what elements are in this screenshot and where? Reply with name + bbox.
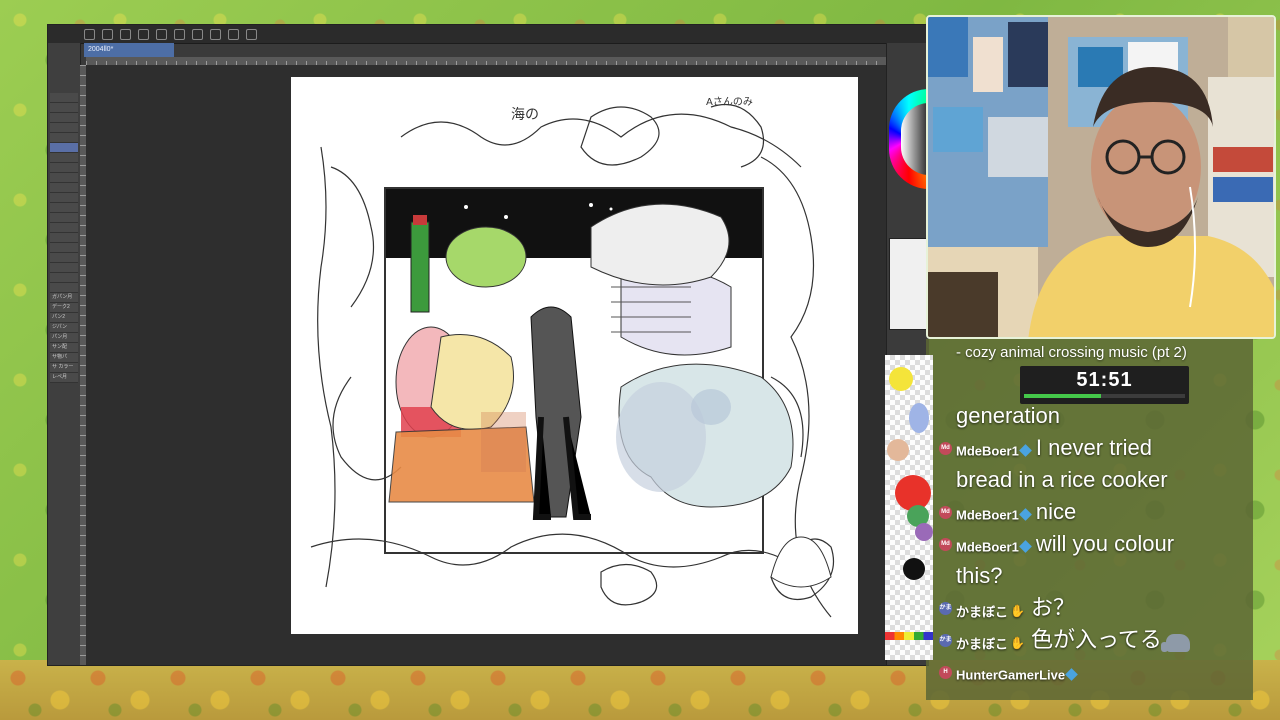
transform-icon[interactable]: [192, 28, 203, 40]
palette-peach-swatch[interactable]: [887, 439, 909, 461]
chat-username[interactable]: MdeBoer1: [956, 539, 1019, 554]
chat-message: bread in a rice cooker: [956, 464, 1256, 496]
chat-message-text: 色が入ってる: [1030, 627, 1162, 652]
chat-message: かま かまぼこ ✋ お？: [939, 592, 1256, 624]
app-toolbar: [48, 25, 928, 44]
select-icon[interactable]: [210, 28, 221, 40]
tool-property-row[interactable]: [50, 133, 78, 143]
now-playing-music: - cozy animal crossing music (pt 2): [956, 344, 1187, 361]
tool-property-panel: ガパン月 デーク2 パン2 ジパン パン月 サン配 サ物パサ カラー レペ月: [48, 43, 81, 665]
chat-message-text: I never tried: [1035, 435, 1153, 460]
tool-property-row[interactable]: [50, 193, 78, 203]
tool-property-row[interactable]: [50, 163, 78, 173]
svg-text:海の: 海の: [511, 107, 539, 123]
chat-username[interactable]: MdeBoer1: [956, 443, 1019, 458]
chat-username[interactable]: かまぼこ: [956, 604, 1008, 619]
tool-property-row[interactable]: [50, 263, 78, 273]
gem-icon: [1018, 508, 1032, 522]
tool-property-row[interactable]: [50, 143, 78, 153]
redo-icon[interactable]: [156, 28, 167, 40]
avatar-icon: Md: [939, 538, 952, 551]
chat-username[interactable]: HunterGamerLive: [956, 667, 1065, 682]
chat-message-text: お？: [1030, 595, 1075, 620]
tool-property-row[interactable]: [50, 153, 78, 163]
new-file-icon[interactable]: [84, 28, 95, 40]
palette-purple-swatch[interactable]: [915, 523, 933, 541]
chat-message-text: generation: [956, 403, 1060, 428]
document-tab[interactable]: 2004ll0*: [84, 43, 174, 57]
chat-message-text: will you colour: [1035, 531, 1175, 556]
tool-property-row[interactable]: [50, 93, 78, 103]
webcam-feed: [926, 15, 1276, 339]
tool-property-row[interactable]: デーク2: [50, 303, 78, 313]
tool-property-row[interactable]: [50, 173, 78, 183]
tool-property-row[interactable]: サン配: [50, 343, 78, 353]
tool-property-row[interactable]: [50, 233, 78, 243]
avatar-icon: かま: [939, 602, 952, 615]
tool-property-row[interactable]: [50, 273, 78, 283]
timer-progress-fill: [1024, 394, 1102, 398]
svg-text:Aさんのみ: Aさんのみ: [706, 96, 753, 108]
palette-black-swatch[interactable]: [903, 558, 925, 580]
tool-property-row[interactable]: ジパン: [50, 323, 78, 333]
chat-message: Md MdeBoer1 nice: [939, 496, 1256, 528]
palette-blue-swatch[interactable]: [909, 403, 929, 433]
chat-username[interactable]: MdeBoer1: [956, 507, 1019, 522]
undo-icon[interactable]: [138, 28, 149, 40]
stream-timer: 51:51: [1020, 366, 1189, 404]
chat-message: this?: [956, 560, 1256, 592]
chat-message: Md MdeBoer1 will you colour: [939, 528, 1256, 560]
hand-icon: ✋: [1010, 603, 1025, 618]
avatar-icon: Md: [939, 442, 952, 455]
chat-message: generation: [956, 400, 1256, 432]
tool-property-row[interactable]: [50, 283, 78, 293]
tool-property-row[interactable]: [50, 213, 78, 223]
palette-colorbar[interactable]: [885, 632, 933, 640]
tool-property-row[interactable]: [50, 103, 78, 113]
sketch-illustration: 海の Aさんのみ: [310, 96, 835, 618]
webcam-image: [928, 17, 1274, 337]
hand-icon: ✋: [1010, 635, 1025, 650]
tool-property-row[interactable]: ガパン月: [50, 293, 78, 303]
tool-property-row[interactable]: サ物パ: [50, 353, 78, 363]
chat-message-text: bread in a rice cooker: [956, 467, 1168, 492]
avatar-icon: かま: [939, 634, 952, 647]
avatar-icon: H: [939, 666, 952, 679]
chat-message: H HunterGamerLive: [939, 656, 1256, 688]
tool-property-row[interactable]: [50, 113, 78, 123]
tool-property-row[interactable]: パン2: [50, 313, 78, 323]
save-icon[interactable]: [120, 28, 131, 40]
brush-icon[interactable]: [246, 28, 257, 40]
gem-icon: [1065, 668, 1078, 682]
tool-property-row[interactable]: [50, 123, 78, 133]
chat-username[interactable]: かまぼこ: [956, 636, 1008, 651]
chat-message: Md MdeBoer1 I never tried: [939, 432, 1256, 464]
open-file-icon[interactable]: [102, 28, 113, 40]
tool-property-row[interactable]: [50, 203, 78, 213]
navigator-thumbnail[interactable]: [889, 238, 929, 330]
chat-messages: generation Md MdeBoer1 I never tried bread i…: [939, 400, 1256, 688]
tool-property-row[interactable]: [50, 223, 78, 233]
tool-property-row[interactable]: [50, 183, 78, 193]
palette-yellow-swatch[interactable]: [889, 367, 913, 391]
chat-message-text: this?: [956, 563, 1003, 588]
pen-icon[interactable]: [228, 28, 239, 40]
gem-icon: [1018, 444, 1032, 458]
tool-property-row[interactable]: [50, 243, 78, 253]
tool-property-row[interactable]: [50, 253, 78, 263]
tool-property-row[interactable]: パン月: [50, 333, 78, 343]
chat-message: かま かまぼこ ✋ 色が入ってる: [939, 624, 1256, 656]
color-palette-strip[interactable]: [885, 355, 933, 660]
settings-icon[interactable]: [174, 28, 185, 40]
chat-message-text: nice: [1035, 499, 1077, 524]
gem-icon: [1018, 540, 1032, 554]
artwork-canvas[interactable]: 海の Aさんのみ: [291, 77, 858, 634]
avatar-icon: Md: [939, 506, 952, 519]
tool-property-row[interactable]: レペ月: [50, 373, 78, 383]
tool-property-row[interactable]: サ カラー: [50, 363, 78, 373]
elephant-emoji-icon: [1160, 633, 1190, 652]
timer-text: 51:51: [1076, 369, 1133, 391]
timer-progress-track: [1024, 394, 1185, 398]
